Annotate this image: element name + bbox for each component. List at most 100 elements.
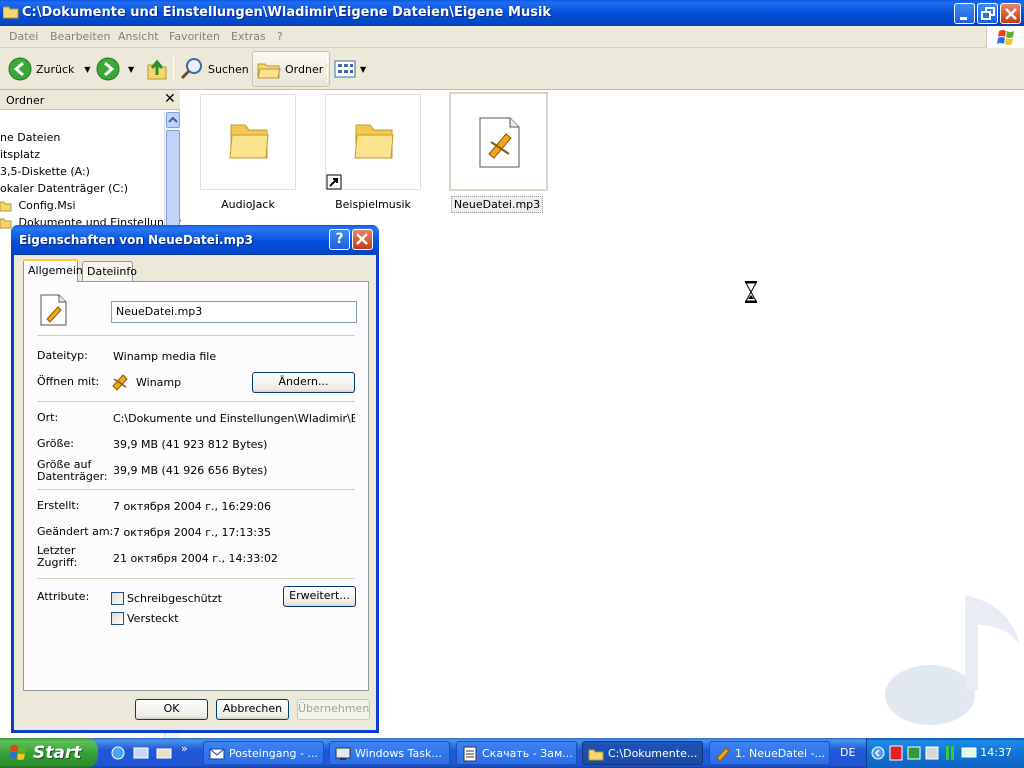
filename-input[interactable]: NeueDatei.mp3	[111, 301, 357, 323]
back-button[interactable]: Zurück ▼	[8, 53, 91, 85]
general-tab-panel: NeueDatei.mp3 Dateityp: Winamp media fil…	[23, 281, 369, 691]
back-arrow-icon	[8, 57, 32, 81]
apply-button[interactable]: Übernehmen	[297, 699, 370, 720]
tab-allgemein[interactable]: Allgemein	[23, 259, 83, 282]
openwith-label: Öffnen mit:	[37, 375, 100, 388]
winamp-icon	[716, 747, 730, 762]
folder-icon	[0, 218, 12, 228]
search-icon	[180, 58, 202, 80]
file-name: Beispielmusik	[335, 198, 411, 211]
scroll-up-button[interactable]	[166, 112, 180, 128]
search-button[interactable]: Suchen	[180, 53, 249, 85]
views-dropdown-icon: ▼	[360, 64, 367, 74]
sizeondisk-label-line2: Datenträger:	[37, 470, 108, 483]
ie-icon[interactable]	[110, 746, 126, 760]
menu-favoriten[interactable]: Favoriten	[169, 30, 220, 43]
task-explorer[interactable]: C:\Dokumente...	[582, 741, 703, 765]
forward-dropdown-icon[interactable]: ▼	[128, 65, 134, 74]
antivirus-icon[interactable]	[889, 745, 903, 761]
size-label: Größe:	[37, 437, 74, 450]
notepad-icon	[463, 746, 477, 762]
language-indicator[interactable]: DE	[840, 746, 855, 759]
clock[interactable]: 14:37	[980, 746, 1012, 759]
menu-extras[interactable]: Extras	[231, 30, 266, 43]
outlook-icon	[209, 748, 225, 760]
start-label: Start	[33, 743, 82, 763]
views-icon	[334, 60, 356, 78]
ok-button[interactable]: OK	[135, 699, 208, 720]
modified-label: Geändert am:	[37, 525, 114, 538]
hidden-checkbox[interactable]	[111, 612, 124, 625]
hidden-label[interactable]: Versteckt	[127, 612, 179, 625]
toolbar-separator	[327, 56, 328, 82]
taskbar: Start » Posteingang - ... Windows Task..…	[0, 738, 1024, 768]
folder-icon	[588, 749, 604, 761]
tree-item[interactable]: okaler Datenträger (C:)	[0, 182, 128, 195]
quicklaunch-chevron-icon[interactable]: »	[181, 742, 188, 755]
network-icon[interactable]	[907, 745, 921, 761]
monitor-icon	[335, 747, 351, 760]
location-label: Ort:	[37, 411, 59, 424]
menu-help[interactable]: ?	[277, 30, 283, 43]
tray-app-icon[interactable]	[943, 745, 957, 761]
modified-value: 7 октября 2004 г., 17:13:35	[113, 526, 271, 539]
chevron-up-icon	[168, 116, 178, 123]
folders-button[interactable]: Ordner	[252, 51, 331, 87]
toolbar-separator	[173, 56, 174, 82]
maximize-button[interactable]	[977, 3, 998, 24]
task-winamp[interactable]: 1. NeueDatei -...	[709, 741, 830, 765]
task-windows-task-manager[interactable]: Windows Task...	[329, 741, 450, 765]
folder-pane-title: Ordner	[6, 94, 45, 107]
dialog-close-button[interactable]	[352, 229, 373, 250]
tree-item[interactable]: 3,5-Diskette (A:)	[0, 165, 90, 178]
divider	[37, 489, 355, 490]
properties-dialog: Eigenschaften von NeueDatei.mp3 ? Allgem…	[11, 225, 379, 733]
menu-datei[interactable]: Datei	[9, 30, 38, 43]
readonly-label[interactable]: Schreibgeschützt	[127, 592, 222, 605]
menu-ansicht[interactable]: Ansicht	[118, 30, 159, 43]
menu-bearbeiten[interactable]: Bearbeiten	[50, 30, 110, 43]
forward-button[interactable]: ▼	[96, 53, 134, 85]
windows-flag-icon	[997, 30, 1014, 45]
windows-logo	[986, 26, 1024, 48]
search-label: Suchen	[208, 62, 249, 76]
tray-monitor-icon[interactable]	[961, 745, 977, 761]
close-icon	[356, 233, 368, 245]
tree-item-config-msi[interactable]: Config.Msi	[0, 199, 76, 212]
tab-dateiinfo[interactable]: Dateiinfo	[82, 261, 137, 281]
start-button[interactable]: Start	[0, 738, 98, 768]
desktop-icon[interactable]	[133, 746, 149, 760]
help-button[interactable]: ?	[329, 229, 350, 250]
up-button[interactable]	[146, 53, 168, 85]
thumbnail-frame	[325, 94, 421, 190]
tree-item[interactable]: ne Dateien	[0, 131, 60, 144]
created-label: Erstellt:	[37, 499, 80, 512]
close-button[interactable]	[1000, 3, 1021, 24]
mp3-file-icon	[479, 117, 520, 168]
task-posteingang[interactable]: Posteingang - ...	[203, 741, 324, 765]
minimize-button[interactable]	[954, 3, 975, 24]
task-notepad[interactable]: Скачать - Зам...	[456, 741, 577, 765]
folder-icon	[0, 201, 12, 211]
tree-item[interactable]: itsplatz	[0, 148, 40, 161]
file-name: NeueDatei.mp3	[450, 196, 544, 213]
close-icon	[1005, 8, 1017, 20]
system-tray: 14:37	[866, 738, 1024, 768]
dialog-title: Eigenschaften von NeueDatei.mp3	[19, 233, 253, 247]
advanced-button[interactable]: Erweitert...	[283, 586, 356, 607]
tray-expand-icon[interactable]	[871, 745, 885, 761]
folder-icon	[3, 6, 19, 19]
explorer-icon[interactable]	[156, 746, 172, 760]
windows-flag-icon	[9, 745, 26, 760]
cancel-button[interactable]: Abbrechen	[216, 699, 289, 720]
folder-pane-close-icon[interactable]: ✕	[164, 91, 176, 107]
readonly-checkbox[interactable]	[111, 592, 124, 605]
views-button[interactable]: ▼	[334, 53, 366, 85]
change-button[interactable]: Ändern...	[252, 372, 355, 393]
volume-icon[interactable]	[925, 745, 939, 761]
attributes-label: Attribute:	[37, 590, 90, 603]
toolbar: Zurück ▼ ▼ Suchen Ordner ▼	[0, 48, 1024, 90]
back-dropdown-icon[interactable]: ▼	[84, 65, 90, 74]
dialog-titlebar[interactable]: Eigenschaften von NeueDatei.mp3 ?	[11, 225, 379, 255]
explorer-titlebar[interactable]: C:\Dokumente und Einstellungen\Wladimir\…	[0, 0, 1024, 26]
